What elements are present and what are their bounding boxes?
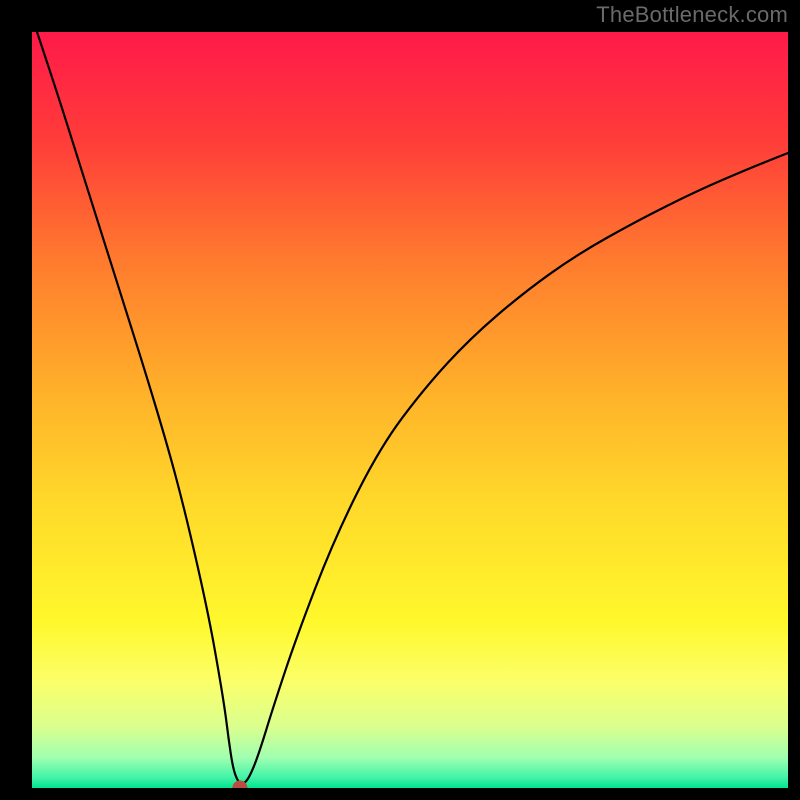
gradient-background [32,32,788,788]
chart-frame: TheBottleneck.com [0,0,800,800]
plot-area [32,32,788,788]
chart-svg [32,32,788,788]
watermark-text: TheBottleneck.com [596,2,788,28]
